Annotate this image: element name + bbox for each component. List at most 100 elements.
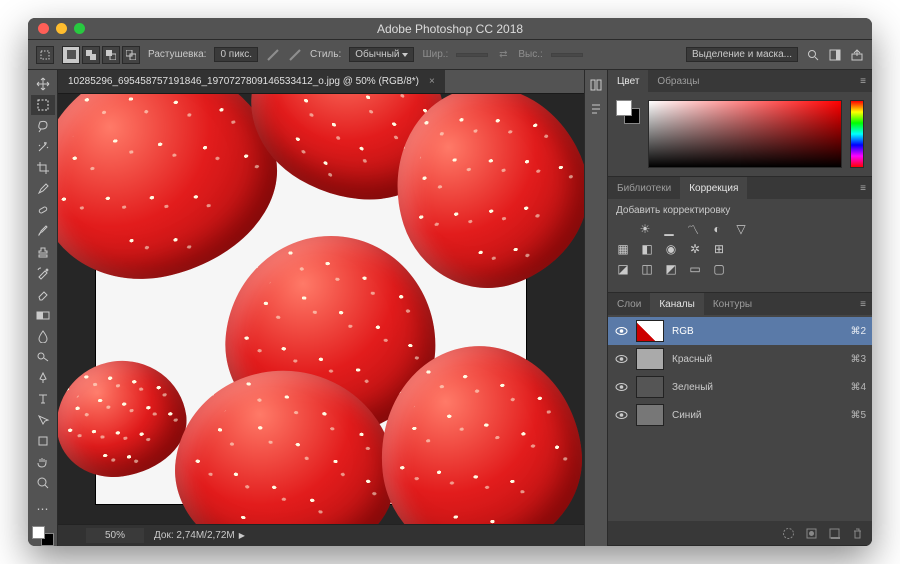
canvas[interactable] [96, 116, 526, 504]
channel-thumb [636, 404, 664, 426]
document-tab-title: 10285296_695458757191846_197072780914653… [68, 76, 419, 87]
blur-tool[interactable] [31, 326, 55, 346]
channel-thumb [636, 376, 664, 398]
visibility-icon[interactable] [614, 408, 628, 422]
path-tool[interactable] [31, 410, 55, 430]
save-selection-icon[interactable] [805, 527, 818, 540]
visibility-icon[interactable] [614, 380, 628, 394]
visibility-icon[interactable] [614, 352, 628, 366]
marquee-tool[interactable] [31, 95, 55, 115]
invert-icon[interactable]: ◪ [616, 262, 630, 276]
new-selection-icon[interactable] [62, 46, 80, 64]
threshold-icon[interactable]: ◩ [664, 262, 678, 276]
posterize-icon[interactable]: ◫ [640, 262, 654, 276]
channel-name: Синий [672, 410, 842, 421]
color-lookup-icon[interactable]: ⊞ [712, 242, 726, 256]
bw-icon[interactable]: ◧ [640, 242, 654, 256]
search-icon[interactable] [806, 48, 820, 62]
document-tab[interactable]: 10285296_695458757191846_197072780914653… [58, 70, 445, 93]
channel-shortcut: ⌘3 [850, 354, 866, 365]
new-channel-icon[interactable] [828, 527, 841, 540]
panel-menu-icon[interactable]: ≡ [854, 293, 872, 315]
tab-channels[interactable]: Каналы [650, 293, 704, 315]
curves-icon[interactable]: 〽 [686, 222, 700, 236]
channel-row[interactable]: Синий⌘5 [608, 401, 872, 429]
channel-row[interactable]: Зеленый⌘4 [608, 373, 872, 401]
crop-tool[interactable] [31, 158, 55, 178]
panel-menu-icon[interactable]: ≡ [854, 177, 872, 199]
history-brush-tool[interactable] [31, 263, 55, 283]
zoom-field[interactable]: 50% [86, 528, 144, 543]
exposure-icon[interactable]: ◐ [710, 222, 724, 236]
gradient-map-icon[interactable]: ▭ [688, 262, 702, 276]
stamp-tool[interactable] [31, 242, 55, 262]
dodge-tool[interactable] [31, 347, 55, 367]
channel-name: Зеленый [672, 382, 842, 393]
tab-layers[interactable]: Слои [608, 293, 650, 315]
tab-color[interactable]: Цвет [608, 70, 648, 92]
eraser-tool[interactable] [31, 284, 55, 304]
gradient-tool[interactable] [31, 305, 55, 325]
selective-color-icon[interactable]: ▢ [712, 262, 726, 276]
channels-panel: Слои Каналы Контуры ≡ RGB⌘2Красный⌘3Зеле… [608, 293, 872, 546]
brush-tool[interactable] [31, 221, 55, 241]
move-tool[interactable] [31, 74, 55, 94]
hue-icon[interactable]: ▦ [616, 242, 630, 256]
collapsed-panel-icon[interactable] [587, 76, 605, 94]
add-selection-icon[interactable] [82, 46, 100, 64]
antialias-icon[interactable] [266, 48, 280, 62]
eyedropper-tool[interactable] [31, 179, 55, 199]
delete-channel-icon[interactable] [851, 527, 864, 540]
channel-row[interactable]: Красный⌘3 [608, 345, 872, 373]
select-and-mask-button[interactable]: Выделение и маска... [686, 47, 798, 62]
panel-menu-icon[interactable]: ≡ [854, 70, 872, 92]
pen-tool[interactable] [31, 368, 55, 388]
tool-palette: ⋯ [28, 70, 58, 546]
close-document-icon[interactable]: × [429, 76, 435, 87]
visibility-icon[interactable] [614, 324, 628, 338]
channel-mixer-icon[interactable]: ✲ [688, 242, 702, 256]
collapsed-panels [584, 70, 608, 546]
canvas-viewport[interactable] [58, 94, 584, 524]
status-menu-icon[interactable]: ▶ [239, 531, 245, 540]
tab-libraries[interactable]: Библиотеки [608, 177, 680, 199]
channel-row[interactable]: RGB⌘2 [608, 317, 872, 345]
levels-icon[interactable]: ▁ [662, 222, 676, 236]
document-tabs: 10285296_695458757191846_197072780914653… [58, 70, 584, 94]
edit-toolbar-icon[interactable]: ⋯ [31, 499, 55, 519]
color-picker[interactable] [648, 100, 842, 168]
feather-input[interactable]: 0 пикс. [214, 47, 258, 62]
channel-thumb [636, 320, 664, 342]
hue-strip[interactable] [850, 100, 864, 168]
vibrance-icon[interactable]: ▽ [734, 222, 748, 236]
status-bar: 50% Док: 2,74M/2,72M ▶ [58, 524, 584, 546]
share-icon[interactable] [850, 48, 864, 62]
shape-tool[interactable] [31, 431, 55, 451]
antialias-icon-2[interactable] [288, 48, 302, 62]
intersect-selection-icon[interactable] [122, 46, 140, 64]
tab-paths[interactable]: Контуры [704, 293, 761, 315]
channels-list: RGB⌘2Красный⌘3Зеленый⌘4Синий⌘5 [608, 315, 872, 521]
subtract-selection-icon[interactable] [102, 46, 120, 64]
color-swatches[interactable] [32, 526, 54, 546]
height-input [551, 53, 583, 57]
type-tool[interactable] [31, 389, 55, 409]
photo-filter-icon[interactable]: ◉ [664, 242, 678, 256]
selection-mode-group [62, 46, 140, 64]
tab-swatches[interactable]: Образцы [648, 70, 708, 92]
wand-tool[interactable] [31, 137, 55, 157]
brightness-icon[interactable]: ☀ [638, 222, 652, 236]
zoom-tool[interactable] [31, 473, 55, 493]
hand-tool[interactable] [31, 452, 55, 472]
tab-adjustments[interactable]: Коррекция [680, 177, 747, 199]
collapsed-panel-icon[interactable] [587, 100, 605, 118]
lasso-tool[interactable] [31, 116, 55, 136]
panel-color-swatches[interactable] [616, 100, 640, 124]
tool-preset-picker[interactable] [36, 46, 54, 64]
style-select[interactable]: Обычный [349, 47, 414, 62]
heal-tool[interactable] [31, 200, 55, 220]
load-selection-icon[interactable] [782, 527, 795, 540]
document-area: 10285296_695458757191846_197072780914653… [58, 70, 584, 546]
workspace-icon[interactable] [828, 48, 842, 62]
adjustments-panel: Библиотеки Коррекция ≡ Добавить корректи… [608, 177, 872, 293]
